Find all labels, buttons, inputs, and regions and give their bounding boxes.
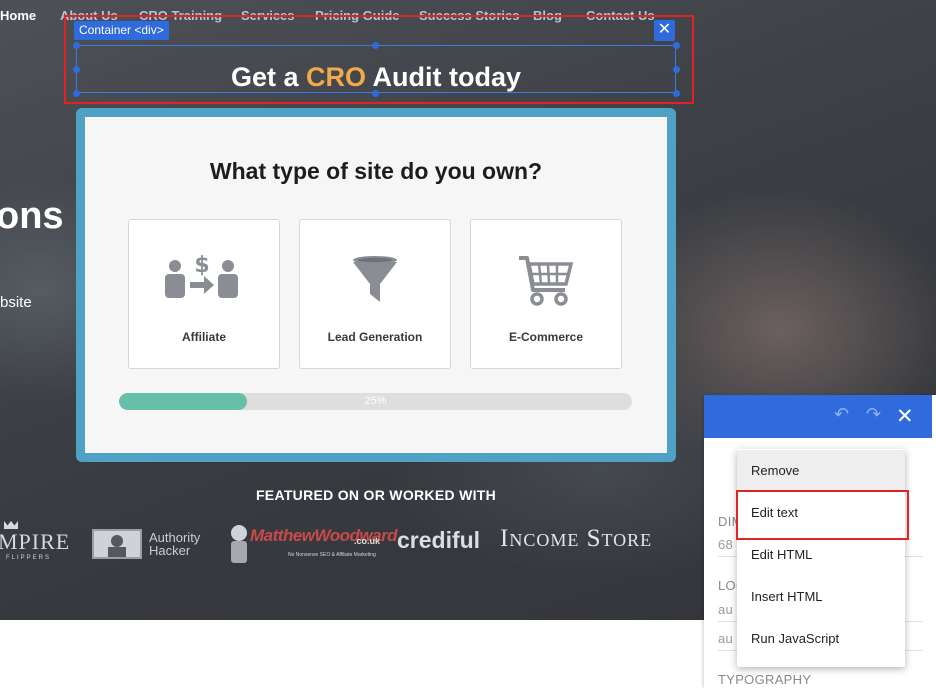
- close-icon[interactable]: ✕: [896, 404, 914, 429]
- undo-icon[interactable]: ↶: [834, 404, 849, 425]
- resize-handle[interactable]: [73, 42, 80, 49]
- option-label: E-Commerce: [508, 330, 584, 344]
- menu-item-edit-html[interactable]: Edit HTML: [737, 534, 905, 576]
- affiliate-icon: $: [129, 254, 279, 314]
- close-icon[interactable]: ✕: [654, 20, 675, 41]
- matthew-woodward-avatar: [228, 524, 250, 566]
- resize-handle[interactable]: [73, 90, 80, 97]
- income-store-logo: Income Store: [500, 525, 653, 552]
- quiz-question: What type of site do you own?: [209, 158, 543, 184]
- hero-subtext: bsite: [0, 294, 32, 311]
- location-value-2[interactable]: au: [718, 631, 733, 646]
- empire-logo-sub: FLIPPERS: [6, 555, 52, 561]
- menu-item-highlight: [736, 490, 909, 540]
- menu-item-run-javascript[interactable]: Run JavaScript: [737, 618, 905, 660]
- location-value-1[interactable]: au: [718, 602, 733, 617]
- resize-handle[interactable]: [73, 66, 80, 73]
- funnel-icon: [300, 254, 450, 314]
- option-affiliate[interactable]: $ Affiliate: [128, 219, 280, 369]
- menu-item-insert-html[interactable]: Insert HTML: [737, 576, 905, 618]
- resize-handle[interactable]: [673, 66, 680, 73]
- shopping-cart-icon: [471, 254, 621, 314]
- mw-tagline: No Nonsense SEO & Affiliate Marketing: [288, 552, 376, 558]
- typography-label: TYPOGRAPHY: [718, 672, 812, 687]
- option-label: Affiliate: [181, 330, 226, 344]
- option-e-commerce[interactable]: E-Commerce: [470, 219, 622, 369]
- element-type-tag: Container <div>: [74, 21, 169, 40]
- resize-handle[interactable]: [372, 90, 379, 97]
- menu-item-remove[interactable]: Remove: [737, 450, 905, 492]
- option-lead-generation[interactable]: Lead Generation: [299, 219, 451, 369]
- resize-handle[interactable]: [673, 90, 680, 97]
- empire-logo-text: MPIRE: [0, 529, 71, 554]
- empire-flippers-logo: MPIRE FLIPPERS: [0, 521, 71, 561]
- featured-heading: FEATURED ON OR WORKED WITH: [255, 487, 497, 503]
- option-label: Lead Generation: [327, 330, 423, 344]
- nav-home[interactable]: Home: [0, 8, 36, 23]
- svg-text:$: $: [194, 254, 209, 278]
- resize-handle[interactable]: [372, 42, 379, 49]
- dimensions-value[interactable]: 68: [718, 537, 733, 552]
- progress-text: 25%: [364, 395, 387, 407]
- authority-hacker-badge: [92, 529, 142, 559]
- crediful-logo: crediful: [397, 527, 481, 553]
- resize-handle[interactable]: [673, 42, 680, 49]
- mw-tld: .co.uk: [354, 536, 381, 546]
- hero-heading: ons: [0, 195, 64, 237]
- selected-container-outline[interactable]: [76, 45, 676, 93]
- redo-icon[interactable]: ↷: [866, 404, 881, 425]
- authority-line2: Hacker: [149, 543, 191, 558]
